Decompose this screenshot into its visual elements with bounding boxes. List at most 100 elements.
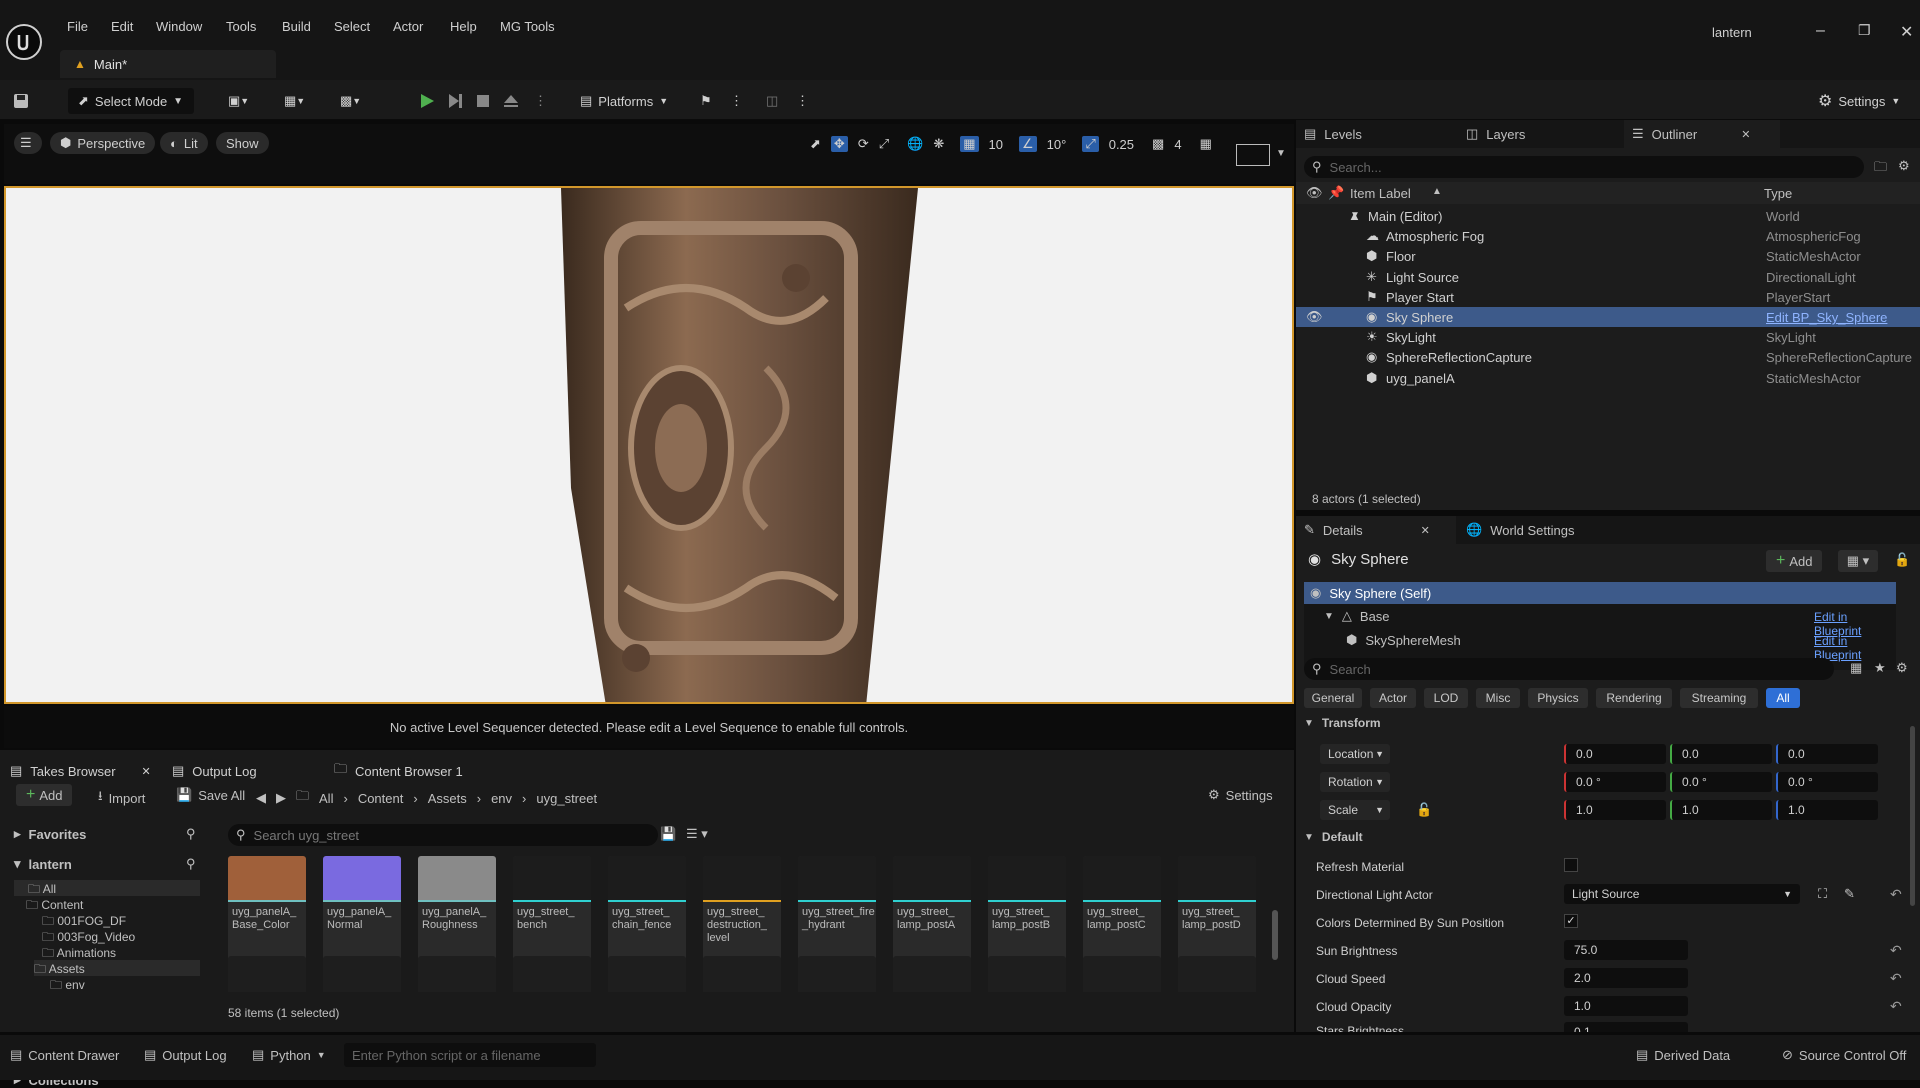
lock-icon[interactable]: 🔓 [1894, 552, 1910, 568]
more-options-icon[interactable]: ⋮ [730, 88, 743, 114]
asset-tile[interactable]: uyg_street_ lamp_postC [1083, 856, 1161, 964]
source-settings-icon[interactable]: ⚑ [700, 88, 722, 114]
filter-icon[interactable]: ☰ ▾ [686, 826, 708, 842]
add-component-button[interactable]: + Add [1766, 550, 1823, 572]
add-actor-icon[interactable]: ▣ ▼ [228, 88, 264, 114]
asset-tile[interactable] [988, 956, 1066, 992]
play-options-icon[interactable]: ⋮ [534, 88, 547, 114]
plugin-icon[interactable]: ◫ [766, 88, 788, 114]
output-log-button[interactable]: ▤ Output Log [144, 1047, 227, 1063]
tab-world-settings[interactable]: 🌐 World Settings [1466, 522, 1574, 538]
close-tab-icon[interactable]: ✕ [1741, 128, 1750, 141]
tab-content-browser[interactable]: 🗀 Content Browser 1 [334, 756, 463, 786]
outliner-item-type[interactable]: Edit BP_Sky_Sphere [1766, 310, 1887, 325]
asset-tile[interactable]: uyg_street_ lamp_postD [1178, 856, 1256, 964]
filter-chip-general[interactable]: General [1304, 688, 1362, 708]
scale-lock-icon[interactable]: 🔓 [1416, 802, 1432, 818]
show-button[interactable]: Show [216, 132, 269, 154]
asset-tile[interactable] [608, 956, 686, 992]
save-all-button[interactable]: 💾 Save All [176, 787, 245, 803]
scale-z-field[interactable]: 1.0 [1776, 800, 1878, 820]
derived-data-button[interactable]: ▤ Derived Data [1636, 1047, 1730, 1063]
camera-speed-value[interactable]: 4 [1174, 137, 1181, 152]
python-dropdown[interactable]: ▤ Python ▼ [252, 1047, 326, 1063]
restore-icon[interactable]: ❐ [1858, 22, 1871, 39]
step-icon[interactable] [446, 88, 468, 114]
import-button[interactable]: ⭳ Import [98, 787, 145, 809]
asset-tile[interactable] [1178, 956, 1256, 992]
details-search-input[interactable]: ⚲ Search [1304, 658, 1834, 680]
rotation-z-field[interactable]: 0.0 ° [1776, 772, 1878, 792]
surface-snap-icon[interactable]: ❋ [933, 136, 944, 152]
breadcrumb-content[interactable]: Content [358, 791, 404, 806]
location-y-field[interactable]: 0.0 [1670, 744, 1772, 764]
gear-icon[interactable]: ⚙ [1896, 660, 1908, 676]
asset-tile[interactable]: uyg_street_ destruction_ level [703, 856, 781, 964]
pin-icon[interactable]: 📌 [1328, 185, 1344, 201]
menu-mg-tools[interactable]: MG Tools [500, 19, 555, 34]
back-icon[interactable]: ◀ [256, 790, 266, 806]
close-window-icon[interactable]: ✕ [1900, 22, 1913, 42]
tab-details[interactable]: ✎ Details ✕ [1296, 516, 1456, 544]
asset-tile[interactable] [893, 956, 971, 992]
stop-icon[interactable] [474, 88, 496, 114]
tab-levels[interactable]: ▤ Levels [1304, 126, 1362, 142]
unreal-logo-icon[interactable] [6, 24, 42, 60]
project-header[interactable]: ▾ lantern [14, 856, 72, 872]
layout-icon[interactable] [1236, 144, 1270, 166]
asset-search-input[interactable]: ⚲ Search uyg_street [228, 824, 658, 846]
cloud-opacity-field[interactable]: 1.0 [1564, 996, 1688, 1016]
scale-y-field[interactable]: 1.0 [1670, 800, 1772, 820]
save-search-icon[interactable]: 💾 [660, 826, 676, 842]
asset-tile[interactable] [228, 956, 306, 992]
cloud-speed-field[interactable]: 2.0 [1564, 968, 1688, 988]
browser-settings-button[interactable]: ⚙ Settings [1208, 787, 1273, 803]
add-folder-icon[interactable]: 🗀 [1874, 158, 1887, 180]
scale-snap-value[interactable]: 0.25 [1109, 137, 1134, 152]
blueprint-icon[interactable]: ▦ ▼ [284, 88, 320, 114]
filter-chip-rendering[interactable]: Rendering [1596, 688, 1672, 708]
rotate-tool-icon[interactable]: ⟳ [858, 136, 869, 152]
content-drawer-button[interactable]: ▤ Content Drawer [10, 1047, 119, 1063]
sun-brightness-field[interactable]: 75.0 [1564, 940, 1688, 960]
browse-icon[interactable]: ⛶ [1818, 886, 1827, 902]
chevron-down-icon[interactable]: ▼ [1276, 148, 1286, 159]
select-mode-button[interactable]: ⬈ Select Mode ▼ [68, 88, 194, 114]
scrollbar[interactable] [1910, 726, 1915, 906]
column-type[interactable]: Type [1764, 186, 1792, 201]
search-icon[interactable]: ⚲ [186, 856, 196, 872]
source-control-button[interactable]: ⊘ Source Control Off [1782, 1047, 1906, 1063]
scale-snap-icon[interactable]: ⤢ [1082, 136, 1099, 152]
menu-actor[interactable]: Actor [393, 19, 423, 34]
tree-item-all[interactable]: 🗀 All [14, 880, 200, 896]
menu-build[interactable]: Build [282, 19, 311, 34]
eyedropper-icon[interactable]: ✎ [1844, 886, 1855, 902]
scale-tool-icon[interactable]: ⤢ [879, 136, 889, 152]
level-tab-main[interactable]: ▲ Main* [60, 50, 276, 78]
menu-file[interactable]: File [67, 19, 88, 34]
component-base[interactable]: ▼ △ Base [1324, 608, 1390, 624]
visibility-icon[interactable]: 👁 [1306, 185, 1323, 201]
filter-chip-lod[interactable]: LOD [1424, 688, 1468, 708]
outliner-row[interactable]: ✳ Light Source DirectionalLight [1296, 267, 1920, 287]
outliner-row[interactable]: ⚑ Player Start PlayerStart [1296, 287, 1920, 307]
move-tool-icon[interactable]: ✥ [830, 136, 848, 152]
grid-snap-value[interactable]: 10 [989, 137, 1003, 152]
lit-button[interactable]: ◐ Lit [160, 132, 208, 154]
stars-brightness-field[interactable]: 0.1 [1564, 1022, 1688, 1032]
play-icon[interactable] [418, 88, 440, 114]
column-item-label[interactable]: Item Label [1350, 186, 1411, 201]
asset-tile[interactable]: uyg_street_ bench [513, 856, 591, 964]
menu-select[interactable]: Select [334, 19, 370, 34]
colors-sun-checkbox[interactable]: ✓ [1564, 914, 1578, 928]
blueprint-options-icon[interactable]: ▦ ▾ [1838, 550, 1878, 572]
asset-tile[interactable]: uyg_street_fire _hydrant [798, 856, 876, 964]
search-icon[interactable]: ⚲ [186, 826, 196, 842]
perspective-button[interactable]: ⬢ Perspective [50, 132, 156, 154]
asset-tile[interactable]: uyg_panelA_ Roughness [418, 856, 496, 964]
scrollbar[interactable] [1272, 910, 1278, 960]
cinematics-icon[interactable]: ▩ ▼ [340, 88, 376, 114]
outliner-row[interactable]: ☁ Atmospheric Fog AtmosphericFog [1296, 226, 1920, 246]
close-tab-icon[interactable]: ✕ [142, 765, 151, 778]
rotation-dropdown[interactable]: Rotation ▼ [1320, 772, 1390, 792]
